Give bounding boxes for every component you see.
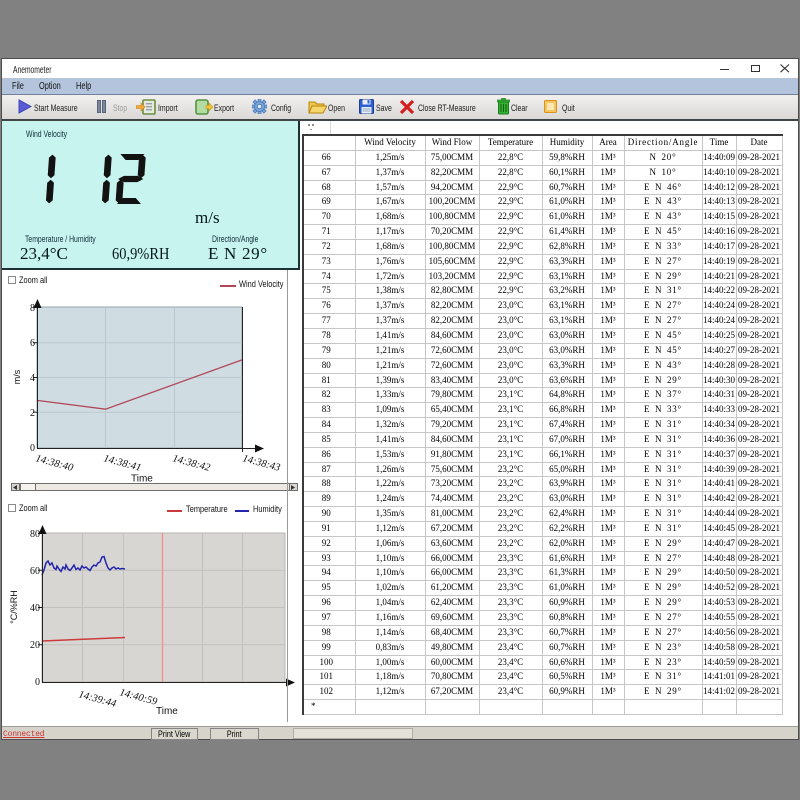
svg-text:Time: Time <box>156 706 178 717</box>
svg-text:14:38:43: 14:38:43 <box>241 453 281 474</box>
svg-text:14:38:40: 14:38:40 <box>34 453 75 474</box>
svg-text:0: 0 <box>30 443 35 454</box>
svg-text:8: 8 <box>30 303 35 314</box>
svg-text:°C/%RH: °C/%RH <box>9 590 19 624</box>
svg-text:60: 60 <box>30 566 40 577</box>
svg-text:14:39:44: 14:39:44 <box>77 689 118 710</box>
svg-text:20: 20 <box>30 640 40 651</box>
svg-text:4: 4 <box>30 373 35 384</box>
svg-text:6: 6 <box>30 338 35 349</box>
svg-text:0: 0 <box>35 677 40 688</box>
svg-text:80: 80 <box>30 529 40 540</box>
svg-text:2: 2 <box>30 408 35 419</box>
svg-text:14:40:59: 14:40:59 <box>118 687 159 708</box>
svg-text:14:38:41: 14:38:41 <box>102 453 142 474</box>
svg-text:m/s: m/s <box>12 369 22 384</box>
svg-text:40: 40 <box>30 603 40 614</box>
svg-text:14:38:42: 14:38:42 <box>171 453 212 474</box>
